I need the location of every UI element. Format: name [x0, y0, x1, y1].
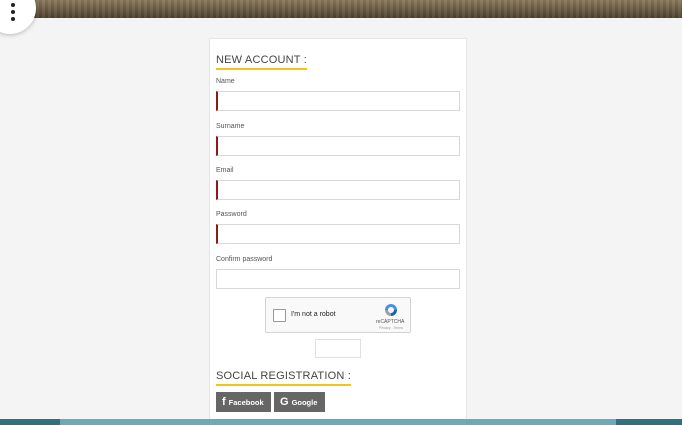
recaptcha-checkbox[interactable] — [273, 309, 286, 322]
facebook-icon: f — [222, 396, 226, 408]
facebook-button-label: Facebook — [228, 397, 264, 407]
captcha-response-box — [315, 339, 361, 358]
password-label: Password — [216, 211, 247, 218]
new-account-heading: NEW ACCOUNT : — [216, 54, 308, 70]
confirm-password-label: Confirm password — [216, 256, 273, 263]
social-registration-heading: SOCIAL REGISTRATION : — [216, 370, 351, 386]
facebook-register-button[interactable]: f Facebook — [216, 392, 271, 412]
name-input[interactable] — [216, 91, 460, 111]
header-banner-image — [0, 0, 682, 18]
recaptcha-widget: I'm not a robot reCAPTCHA Privacy - Term… — [265, 297, 411, 333]
registration-card: NEW ACCOUNT : Name Surname Email Passwor… — [209, 38, 467, 425]
menu-button[interactable] — [0, 0, 36, 34]
email-label: Email — [216, 167, 234, 174]
google-button-label: Google — [291, 397, 318, 407]
recaptcha-brand: reCAPTCHA — [376, 319, 405, 325]
password-input[interactable] — [216, 224, 460, 244]
recaptcha-icon — [385, 304, 397, 316]
taskbar — [0, 419, 682, 425]
confirm-password-input[interactable] — [216, 269, 460, 289]
name-label: Name — [216, 78, 235, 85]
google-register-button[interactable]: G Google — [274, 392, 325, 412]
dock — [60, 419, 616, 425]
email-input[interactable] — [216, 180, 460, 200]
google-icon: G — [280, 396, 289, 408]
recaptcha-terms-link[interactable]: Privacy - Terms — [379, 326, 403, 330]
recaptcha-label: I'm not a robot — [291, 311, 336, 318]
surname-input[interactable] — [216, 136, 460, 156]
surname-label: Surname — [216, 123, 245, 130]
more-vertical-icon — [11, 3, 15, 24]
